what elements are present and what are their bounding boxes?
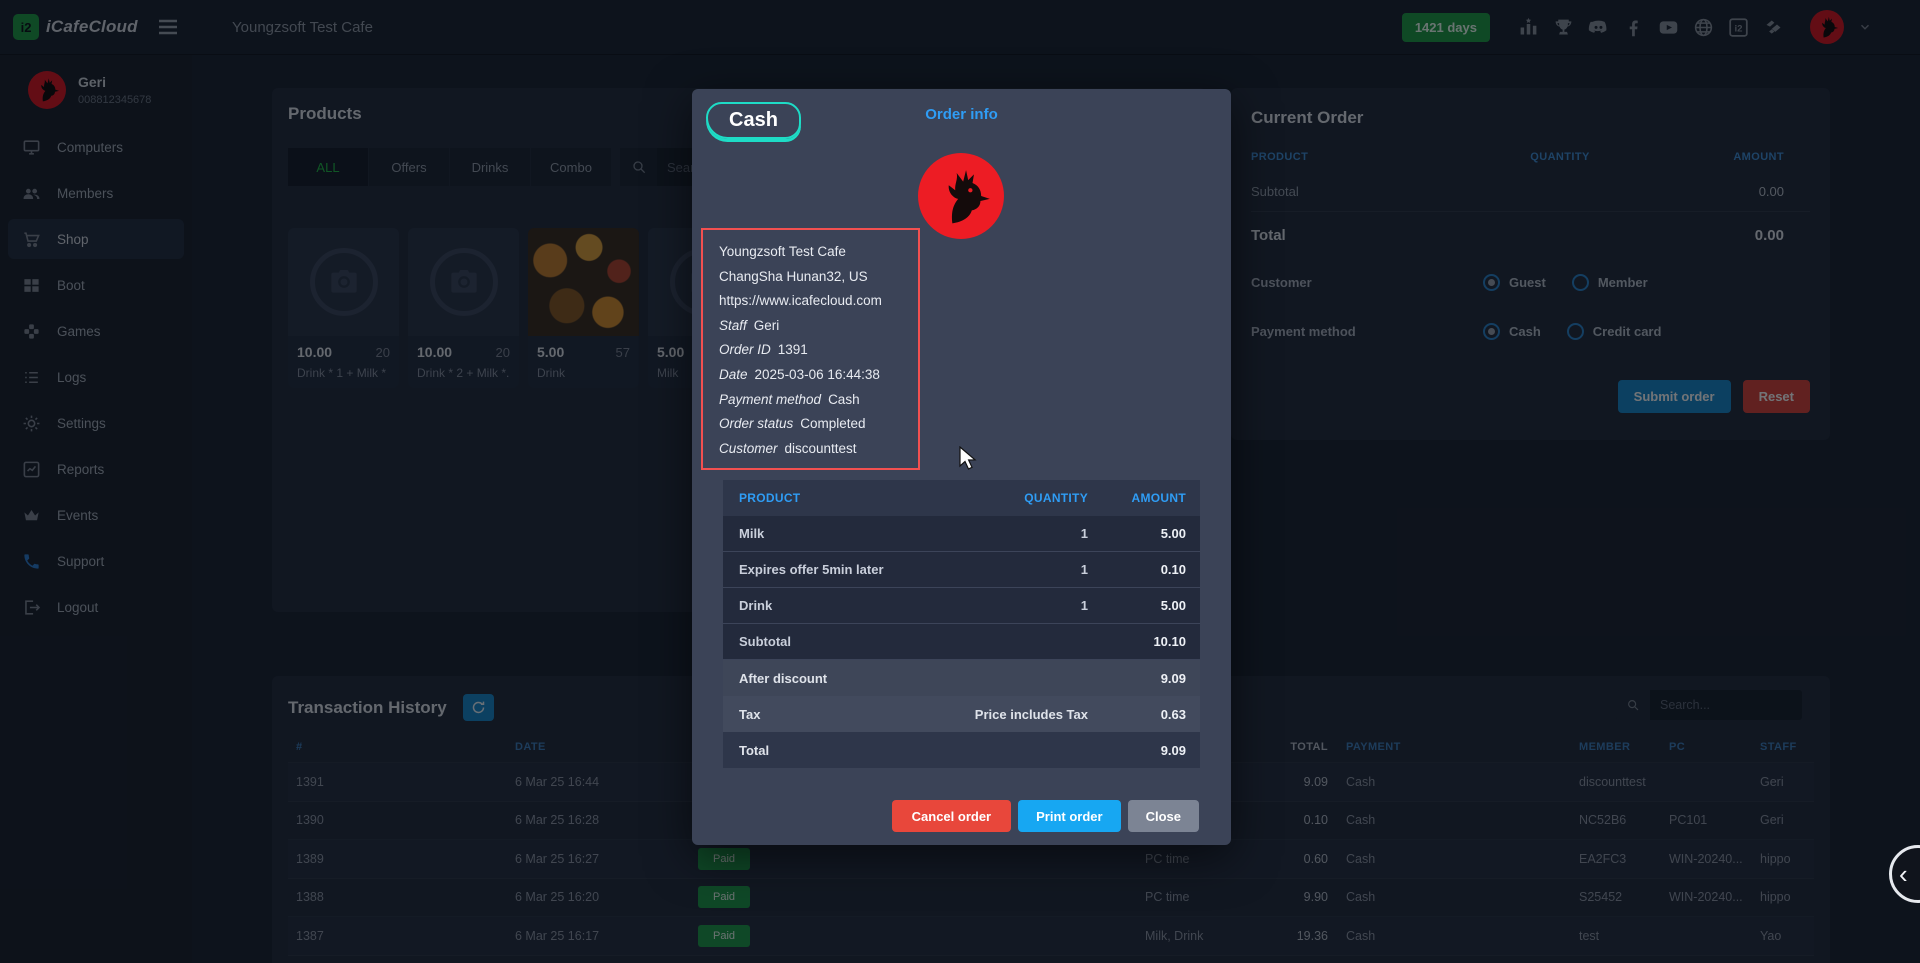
info-value: Geri [754,318,780,333]
receipt-info-line: https://www.icafecloud.com [719,289,912,314]
receipt-info-line: Staff Geri [719,314,912,339]
info-value: Youngzsoft Test Cafe [719,244,846,259]
info-value: https://www.icafecloud.com [719,293,882,308]
info-label: Order ID [719,342,771,357]
cafe-logo [918,153,1004,239]
print-order-button[interactable]: Print order [1018,800,1120,832]
item-quantity: 1 [933,562,1088,577]
item-product: Subtotal [723,634,933,649]
info-value: Cash [828,392,860,407]
item-amount: 5.00 [1088,598,1200,613]
order-table-row: Subtotal 10.10 [723,624,1200,660]
order-table-row: Milk 1 5.00 [723,516,1200,552]
item-product: Expires offer 5min later [723,562,933,577]
receipt-info-line: Date 2025-03-06 16:44:38 [719,363,912,388]
item-quantity: Price includes Tax [933,707,1088,722]
receipt-info-box: Youngzsoft Test Cafe ChangSha Hunan32, U… [701,228,920,470]
info-label: Order status [719,416,793,431]
mouse-cursor [958,446,978,472]
info-value: 2025-03-06 16:44:38 [755,367,880,382]
info-label: Customer [719,441,778,456]
col-quantity: QUANTITY [933,491,1088,505]
item-amount: 9.09 [1088,671,1200,686]
item-quantity: 1 [933,598,1088,613]
order-table-row: Expires offer 5min later 1 0.10 [723,552,1200,588]
receipt-info-line: Order status Completed [719,412,912,437]
item-product: Drink [723,598,933,613]
dragon-icon [925,160,997,232]
item-amount: 0.63 [1088,707,1200,722]
item-product: After discount [723,671,933,686]
item-amount: 0.10 [1088,562,1200,577]
cancel-order-button[interactable]: Cancel order [892,800,1011,832]
order-table-header: PRODUCT QUANTITY AMOUNT [723,480,1200,516]
info-value: ChangSha Hunan32, US [719,269,868,284]
item-product: Milk [723,526,933,541]
item-quantity: 1 [933,526,1088,541]
info-value: discounttest [785,441,857,456]
order-table-row: Tax Price includes Tax 0.63 [723,696,1200,732]
item-product: Total [723,743,933,758]
item-product: Tax [723,707,933,722]
item-amount: 10.10 [1088,634,1200,649]
receipt-info-line: Payment method Cash [719,388,912,413]
order-items-table: PRODUCT QUANTITY AMOUNT Milk 1 5.00 Expi… [723,480,1200,768]
order-table-row: Drink 1 5.00 [723,588,1200,624]
order-table-row: After discount 9.09 [723,660,1200,696]
modal-title: Order info [692,106,1231,123]
receipt-info-line: Youngzsoft Test Cafe [719,240,912,265]
info-label: Date [719,367,748,382]
info-label: Payment method [719,392,821,407]
close-button[interactable]: Close [1128,800,1199,832]
info-value: 1391 [778,342,808,357]
chevron-left-icon: ‹ [1899,859,1908,890]
item-amount: 9.09 [1088,743,1200,758]
receipt-info-line: ChangSha Hunan32, US [719,265,912,290]
col-product: PRODUCT [723,491,933,505]
receipt-info-line: Customer discounttest [719,437,912,462]
receipt-info-line: Order ID 1391 [719,338,912,363]
order-table-row: Total 9.09 [723,732,1200,768]
info-label: Staff [719,318,747,333]
item-amount: 5.00 [1088,526,1200,541]
info-value: Completed [800,416,865,431]
col-amount: AMOUNT [1088,491,1200,505]
